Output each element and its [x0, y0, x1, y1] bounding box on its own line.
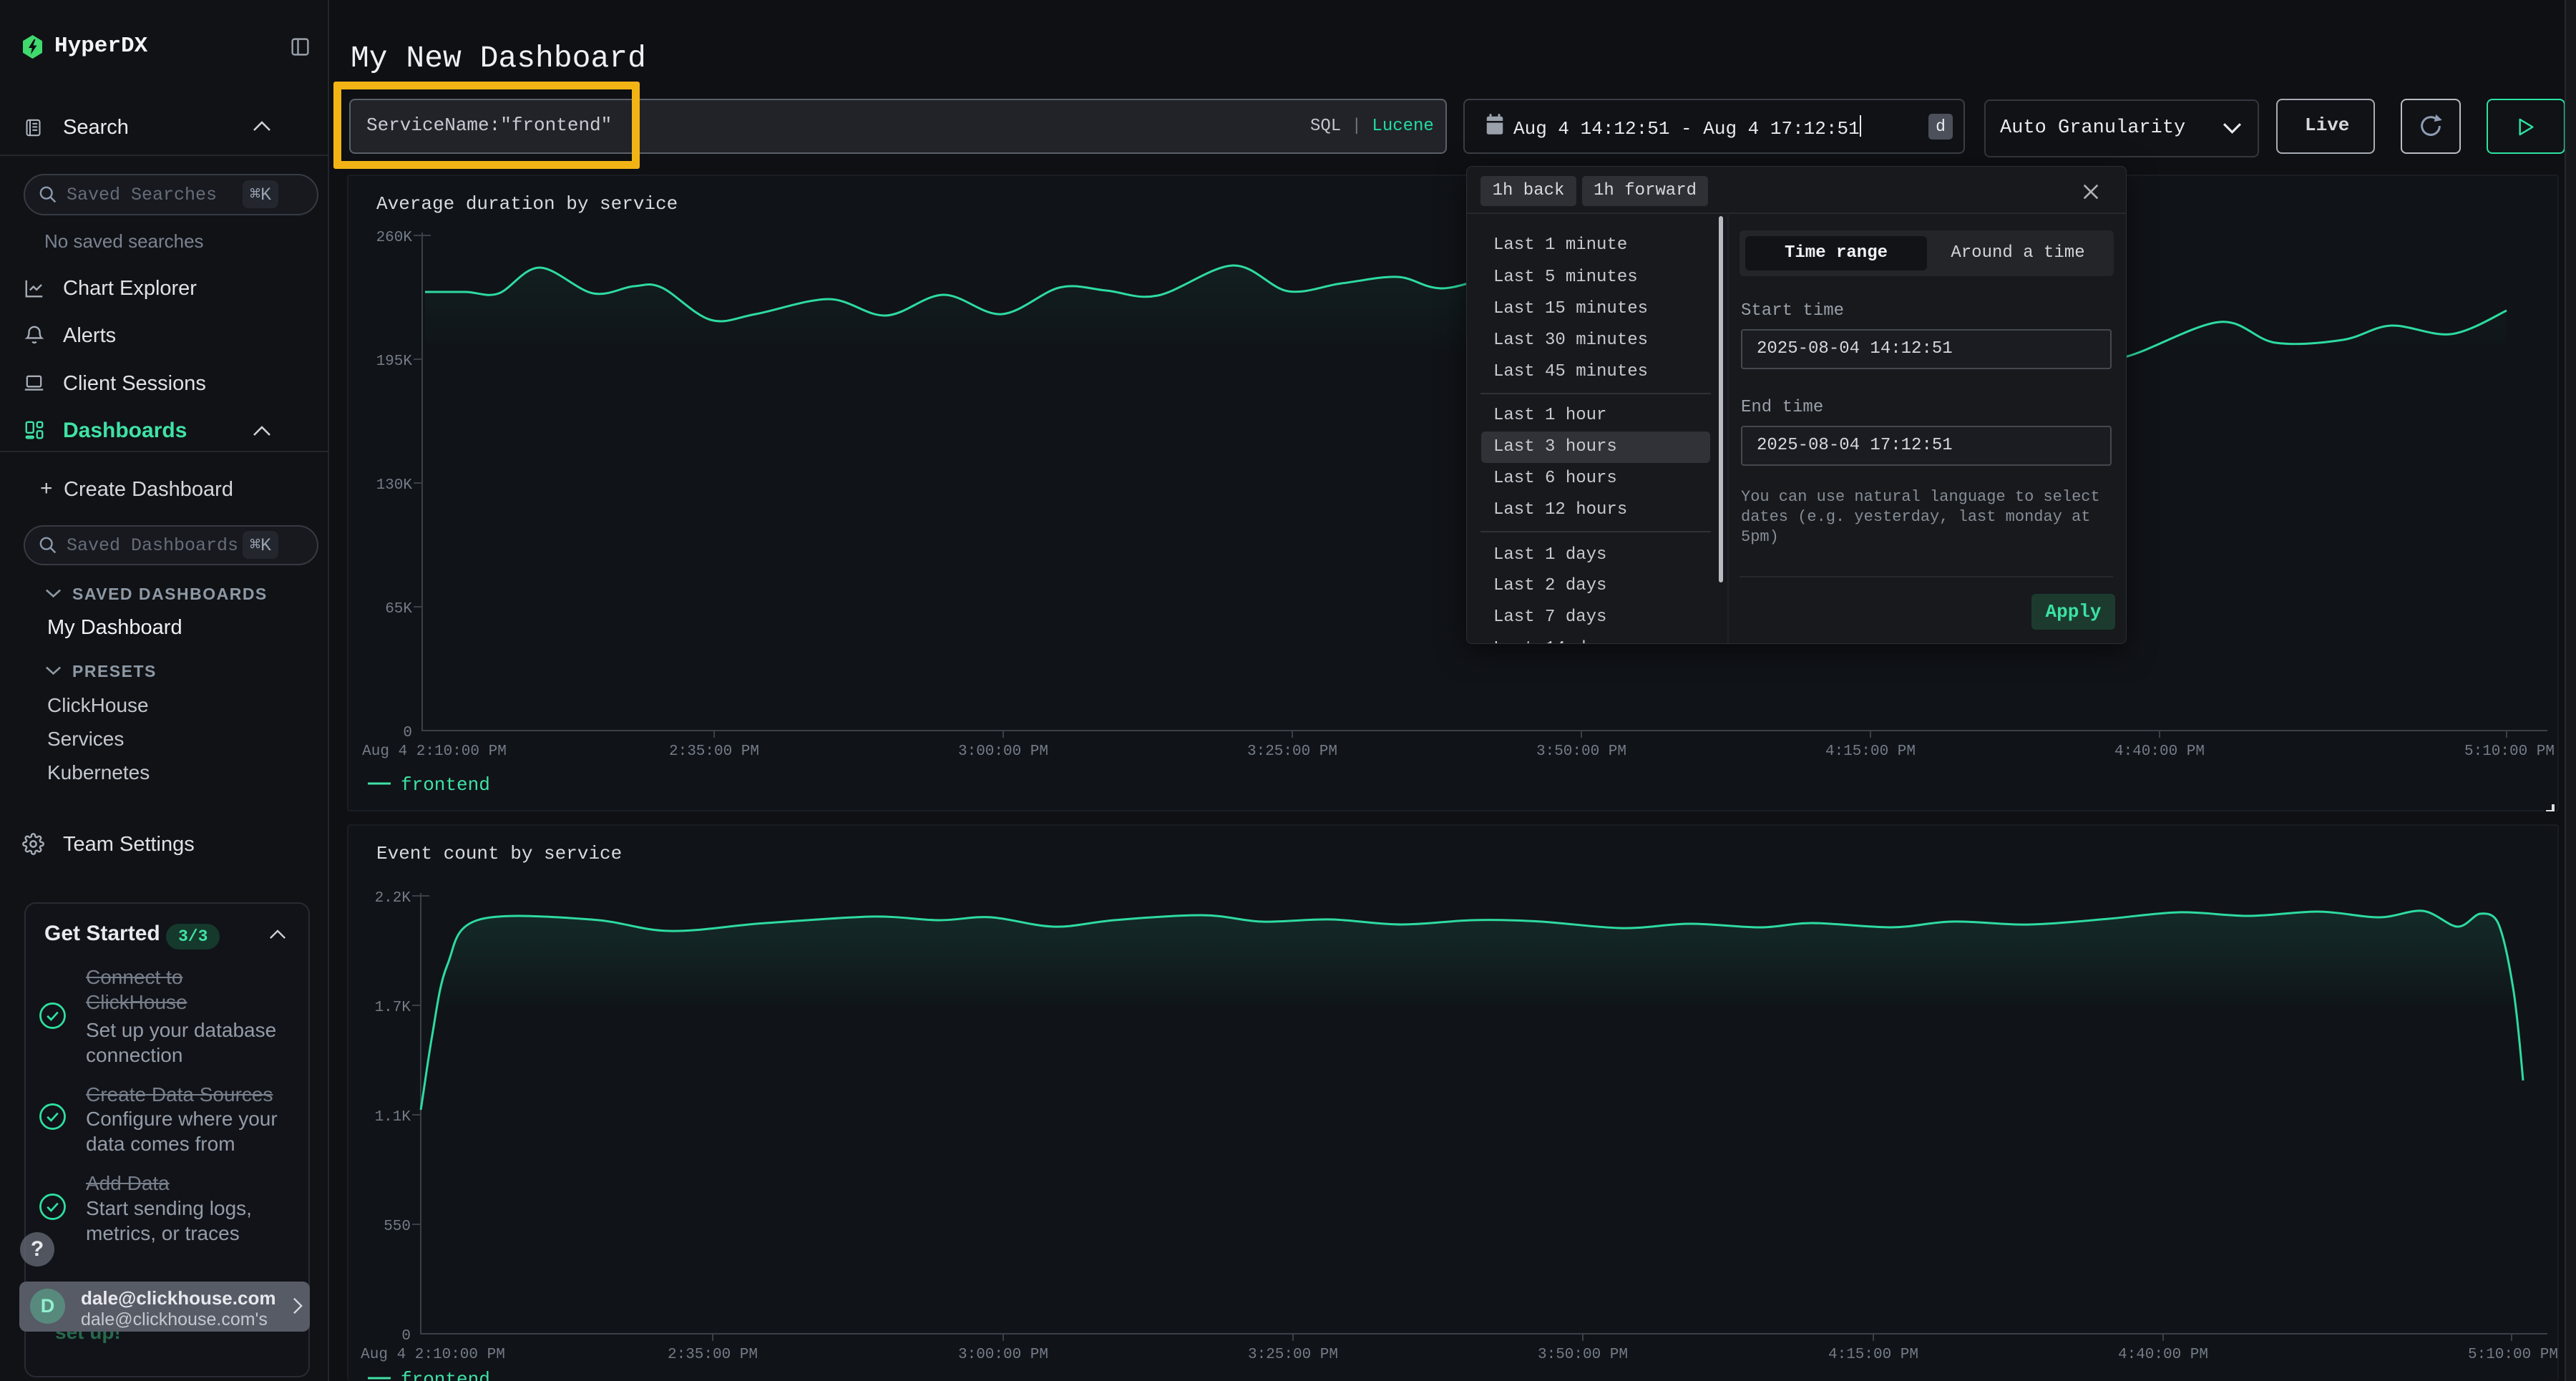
svg-text:5:10:00 PM: 5:10:00 PM — [2468, 1347, 2558, 1363]
svg-text:2:35:00 PM: 2:35:00 PM — [669, 743, 759, 760]
svg-text:4:15:00 PM: 4:15:00 PM — [1828, 1347, 1918, 1363]
svg-text:65K: 65K — [385, 601, 412, 618]
svg-text:1.1K: 1.1K — [375, 1109, 411, 1126]
svg-text:195K: 195K — [376, 353, 413, 370]
svg-text:4:40:00 PM: 4:40:00 PM — [2114, 743, 2205, 760]
svg-text:0: 0 — [401, 1328, 411, 1345]
svg-text:3:25:00 PM: 3:25:00 PM — [1248, 1347, 1338, 1363]
svg-text:3:00:00 PM: 3:00:00 PM — [958, 743, 1048, 760]
svg-text:frontend: frontend — [401, 774, 490, 796]
svg-text:3:50:00 PM: 3:50:00 PM — [1536, 743, 1626, 760]
svg-text:2:35:00 PM: 2:35:00 PM — [668, 1347, 758, 1363]
svg-text:1.7K: 1.7K — [375, 1000, 411, 1016]
svg-text:5:10:00 PM: 5:10:00 PM — [2464, 743, 2555, 760]
svg-text:frontend: frontend — [401, 1369, 490, 1381]
svg-text:260K: 260K — [376, 230, 413, 246]
svg-text:0: 0 — [403, 725, 412, 741]
svg-text:130K: 130K — [376, 477, 413, 494]
svg-text:Aug 4 2:10:00 PM: Aug 4 2:10:00 PM — [361, 1347, 505, 1363]
svg-text:3:00:00 PM: 3:00:00 PM — [958, 1347, 1048, 1363]
svg-text:550: 550 — [384, 1219, 411, 1235]
svg-text:2.2K: 2.2K — [375, 890, 411, 907]
svg-text:4:15:00 PM: 4:15:00 PM — [1825, 743, 1916, 760]
svg-text:4:40:00 PM: 4:40:00 PM — [2118, 1347, 2208, 1363]
svg-text:3:50:00 PM: 3:50:00 PM — [1538, 1347, 1628, 1363]
svg-text:Aug 4 2:10:00 PM: Aug 4 2:10:00 PM — [362, 743, 507, 760]
svg-text:3:25:00 PM: 3:25:00 PM — [1247, 743, 1337, 760]
